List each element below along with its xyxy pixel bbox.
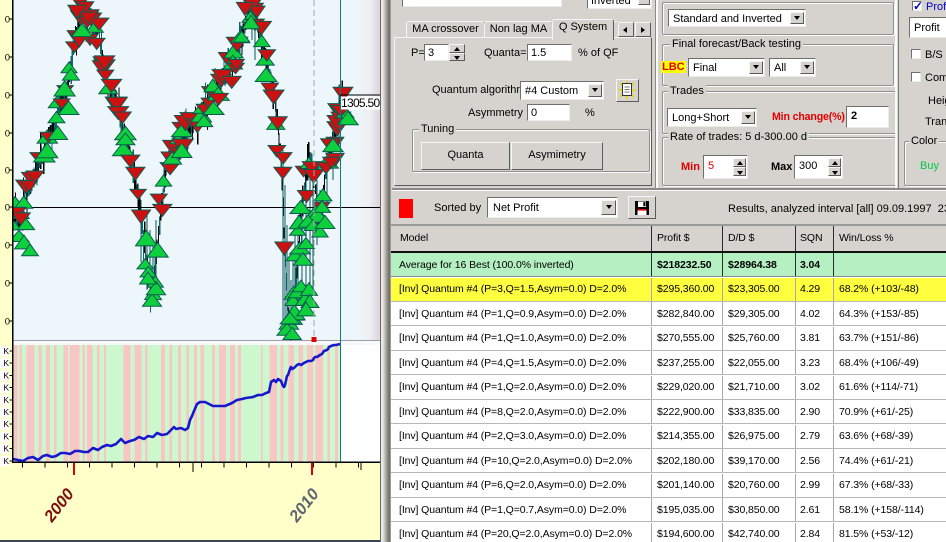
svg-text:K: K	[3, 456, 9, 466]
svg-text:0: 0	[5, 129, 10, 140]
svg-text:K: K	[3, 431, 9, 441]
svg-text:K: K	[3, 444, 9, 454]
svg-text:K: K	[3, 383, 9, 393]
svg-text:1305.50: 1305.50	[341, 96, 381, 110]
svg-text:0: 0	[5, 317, 10, 328]
svg-text:K: K	[3, 358, 9, 368]
svg-text:0: 0	[5, 91, 10, 102]
svg-text:0: 0	[5, 279, 10, 290]
svg-text:0: 0	[5, 15, 10, 26]
svg-text:K: K	[3, 346, 9, 356]
svg-text:K: K	[3, 395, 9, 405]
svg-text:0: 0	[5, 53, 10, 64]
svg-text:K: K	[3, 419, 9, 429]
svg-text:K: K	[3, 370, 9, 380]
svg-text:0: 0	[5, 166, 10, 177]
svg-text:0: 0	[5, 241, 10, 252]
svg-text:K: K	[3, 407, 9, 417]
svg-text:0: 0	[5, 203, 10, 214]
